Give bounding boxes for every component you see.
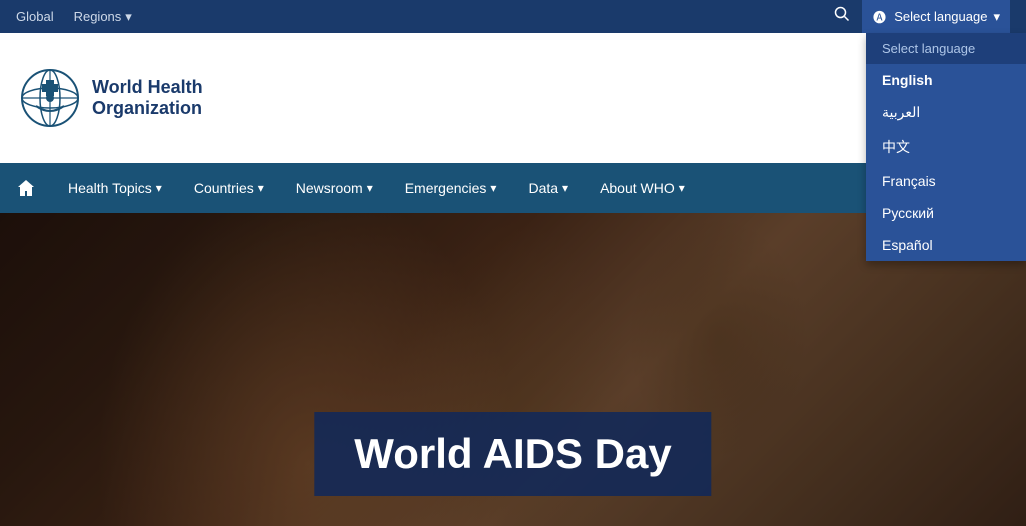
lang-option-arabic[interactable]: العربية: [866, 96, 1026, 129]
svg-text:🅐: 🅐: [873, 10, 886, 25]
top-bar-left: Global Regions ▾: [16, 9, 132, 25]
lang-chevron-icon: ▾: [993, 9, 1000, 25]
search-button[interactable]: [834, 6, 850, 27]
nav-countries[interactable]: Countries: [178, 163, 280, 213]
nav-about-who[interactable]: About WHO: [584, 163, 701, 213]
dropdown-header: Select language: [866, 33, 1026, 64]
top-bar-right: 🅐 Select language ▾ Select language Engl…: [834, 0, 1010, 33]
hero-title: World AIDS Day: [354, 430, 671, 478]
language-dropdown: Select language English العربية 中文 Franç…: [866, 33, 1026, 261]
regions-button[interactable]: Regions ▾: [74, 9, 132, 25]
newsroom-chevron-icon: [367, 181, 373, 195]
language-selector-button[interactable]: 🅐 Select language ▾: [862, 0, 1010, 33]
hero-title-box: World AIDS Day: [314, 412, 711, 496]
regions-chevron-icon: ▾: [125, 9, 132, 25]
nav-emergencies[interactable]: Emergencies: [389, 163, 513, 213]
global-link[interactable]: Global: [16, 9, 54, 24]
select-language-label: Select language: [894, 9, 987, 24]
home-icon: [16, 178, 36, 198]
nav-data[interactable]: Data: [512, 163, 584, 213]
who-logo[interactable]: World Health Organization: [20, 68, 203, 128]
lang-option-chinese[interactable]: 中文: [866, 129, 1026, 165]
nav-newsroom[interactable]: Newsroom: [280, 163, 389, 213]
lang-option-russian[interactable]: Русский: [866, 197, 1026, 229]
who-emblem-icon: [20, 68, 80, 128]
top-bar: Global Regions ▾ 🅐 Select language ▾ Sel…: [0, 0, 1026, 33]
who-org-name: World Health Organization: [92, 77, 203, 120]
lang-option-spanish[interactable]: Español: [866, 229, 1026, 261]
lang-option-english[interactable]: English: [866, 64, 1026, 96]
search-icon: [834, 6, 850, 22]
emergencies-chevron-icon: [490, 181, 496, 195]
lang-option-french[interactable]: Français: [866, 165, 1026, 197]
about-who-chevron-icon: [679, 181, 685, 195]
nav-home-button[interactable]: [0, 163, 52, 213]
data-chevron-icon: [562, 181, 568, 195]
translate-icon: 🅐: [872, 9, 888, 25]
health-topics-chevron-icon: [156, 181, 162, 195]
nav-health-topics[interactable]: Health Topics: [52, 163, 178, 213]
countries-chevron-icon: [258, 181, 264, 195]
